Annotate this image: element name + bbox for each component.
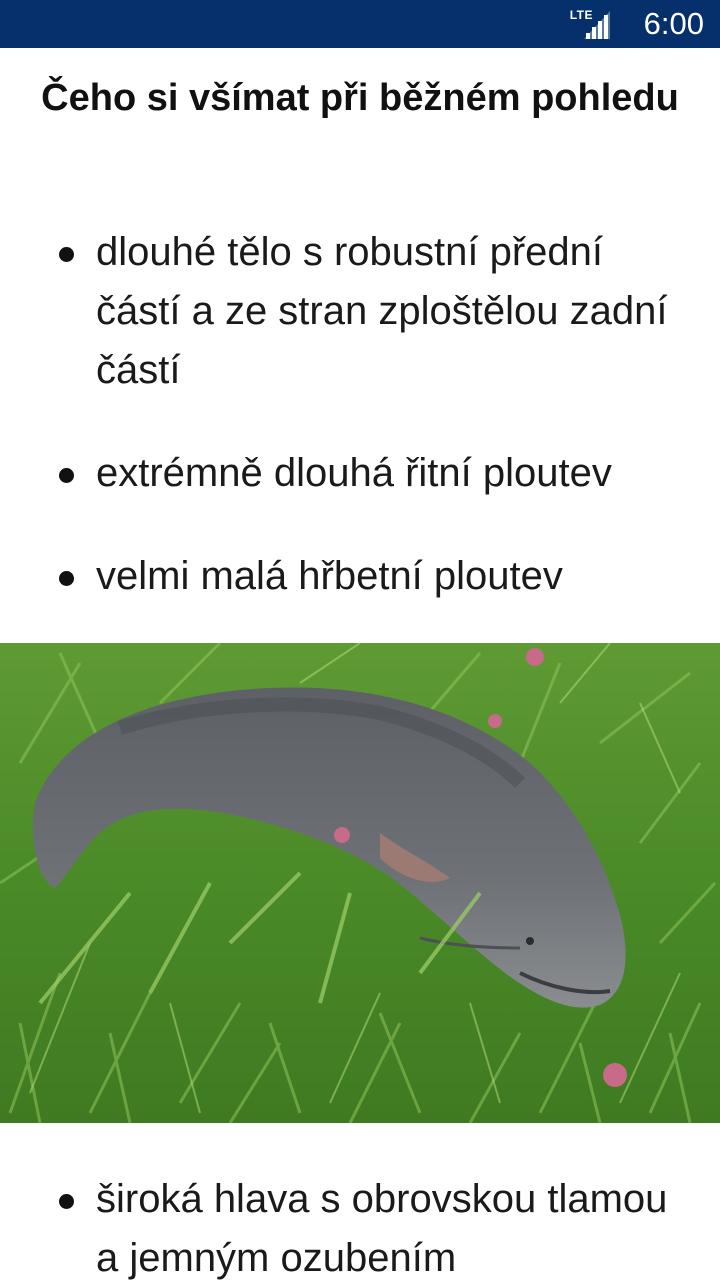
page-title: Čeho si všímat při běžném pohledu — [41, 77, 679, 119]
list-item-text: extrémně dlouhá řitní ploutev — [96, 451, 612, 495]
list-item: široká hlava s obrovskou tlamou a jemným… — [0, 1170, 720, 1280]
list-item: dlouhé tělo s robustní přední částí a ze… — [0, 223, 720, 400]
feature-list-continued: široká hlava s obrovskou tlamou a jemným… — [0, 1170, 720, 1280]
bullet-icon — [59, 468, 74, 483]
status-bar: LTE 6:00 — [0, 0, 720, 48]
feature-list: dlouhé tělo s robustní přední částí a ze… — [0, 223, 720, 606]
signal-bars-icon — [584, 11, 610, 39]
list-item-text: dlouhé tělo s robustní přední částí a ze… — [96, 230, 668, 392]
clock: 6:00 — [643, 6, 704, 41]
list-item: velmi malá hřbetní ploutev — [0, 547, 720, 606]
fish-photo — [0, 643, 720, 1123]
catfish-on-grass-image — [0, 643, 720, 1123]
list-item-text: široká hlava s obrovskou tlamou a jemným… — [96, 1177, 668, 1280]
bullet-icon — [59, 247, 74, 262]
list-item: extrémně dlouhá řitní ploutev — [0, 444, 720, 503]
bullet-icon — [59, 1194, 74, 1209]
bullet-icon — [59, 571, 74, 586]
content-scroll-area[interactable]: Čeho si všímat při běžném pohledu dlouhé… — [0, 48, 720, 1280]
list-item-text: velmi malá hřbetní ploutev — [96, 554, 563, 598]
